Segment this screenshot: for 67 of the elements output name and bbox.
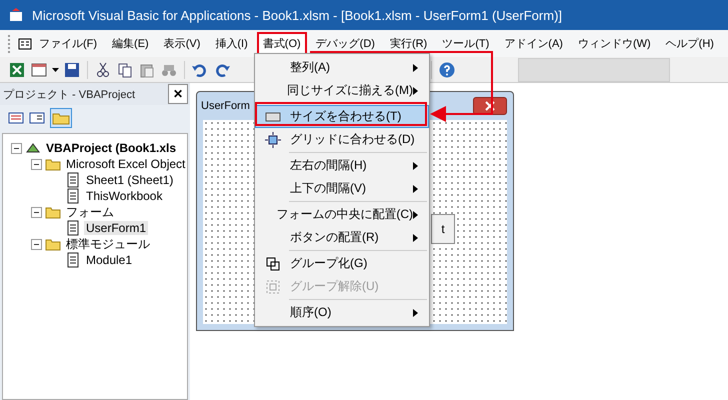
menu-item[interactable]: ヘルプ(H) (660, 32, 720, 55)
menu-item[interactable]: アドイン(A) (498, 32, 569, 55)
save-icon (64, 62, 80, 78)
help-icon (439, 62, 455, 78)
tree-item[interactable]: Microsoft Excel Object (64, 157, 187, 171)
document-icon (65, 172, 81, 188)
collapse-toggle[interactable] (31, 158, 42, 170)
menu-item[interactable]: 実行(R) (384, 32, 434, 55)
copy-icon (117, 62, 133, 78)
tree-item[interactable]: ThisWorkbook (84, 189, 164, 203)
submenu-arrow-icon (413, 64, 418, 72)
menu-item[interactable]: 同じサイズに揃える(M) (255, 79, 429, 102)
menu-item[interactable]: ツール(T) (436, 32, 496, 55)
tree-item[interactable]: Sheet1 (Sheet1) (84, 173, 176, 187)
menu-item[interactable]: 左右の間隔(H) (255, 154, 429, 177)
toggle-folders-icon (50, 108, 72, 128)
menu-item[interactable]: 順序(O) (255, 301, 429, 324)
ungroup-icon (265, 278, 281, 294)
menu-item[interactable]: ファイル(F) (33, 32, 104, 55)
window-title: Microsoft Visual Basic for Applications - Book1.xlsm - [Book1.xlsm - UserForm1 (UserForm)] (32, 8, 562, 22)
document-icon (65, 188, 81, 204)
document-icon (65, 220, 81, 236)
tree-item[interactable]: Module1 (84, 253, 134, 267)
menu-item[interactable]: 上下の間隔(V) (255, 177, 429, 200)
submenu-arrow-icon (413, 86, 418, 94)
submenu-arrow-icon (413, 234, 418, 242)
menu-item[interactable]: デバッグ(D) (310, 32, 381, 55)
excel-icon (9, 62, 25, 78)
close-button[interactable]: ✕ (168, 84, 188, 104)
grid-snap-icon (265, 132, 281, 148)
collapse-toggle[interactable] (31, 206, 42, 218)
view-code-icon (8, 110, 24, 126)
menu-item[interactable]: グリッドに合わせる(D) (255, 128, 429, 151)
menu-item[interactable]: サイズを合わせる(T) (255, 105, 429, 128)
menu-item[interactable]: 挿入(I) (209, 32, 254, 55)
menu-item[interactable]: 表示(V) (158, 32, 206, 55)
insert-form-icon (31, 62, 47, 78)
paste-icon (139, 62, 155, 78)
submenu-arrow-icon (413, 162, 418, 170)
tree-item[interactable]: フォーム (64, 204, 116, 220)
collapse-toggle[interactable] (31, 238, 42, 250)
tree-item[interactable]: VBAProject (Book1.xls (44, 141, 178, 155)
submenu-arrow-icon (413, 308, 418, 316)
menu-item[interactable]: グループ化(G) (255, 252, 429, 275)
form-title: UserForm (201, 100, 250, 112)
tree-item[interactable]: UserForm1 (84, 221, 148, 235)
view-object-icon (29, 110, 45, 126)
command-button[interactable]: t (431, 214, 455, 244)
submenu-arrow-icon (413, 184, 418, 192)
close-icon (485, 101, 495, 111)
app-icon (8, 7, 24, 23)
panel-title: プロジェクト - VBAProject (3, 88, 136, 102)
document-icon (65, 252, 81, 268)
form-icon (17, 36, 33, 52)
menu-item[interactable]: ウィンドウ(W) (572, 32, 657, 55)
submenu-arrow-icon (413, 210, 418, 218)
tree-item[interactable]: 標準モジュール (64, 236, 152, 252)
collapse-toggle[interactable] (11, 142, 22, 154)
menu-item[interactable]: 書式(O) (256, 32, 307, 55)
undo-icon (192, 62, 208, 78)
menu-item[interactable]: フォームの中央に配置(C) (255, 203, 429, 226)
menu-item[interactable]: 編集(E) (106, 32, 155, 55)
group-icon (265, 256, 281, 272)
redo-icon (214, 62, 230, 78)
scissors-icon (95, 62, 111, 78)
menu-item[interactable]: ボタンの配置(R) (255, 226, 429, 249)
caret-icon (52, 68, 59, 72)
